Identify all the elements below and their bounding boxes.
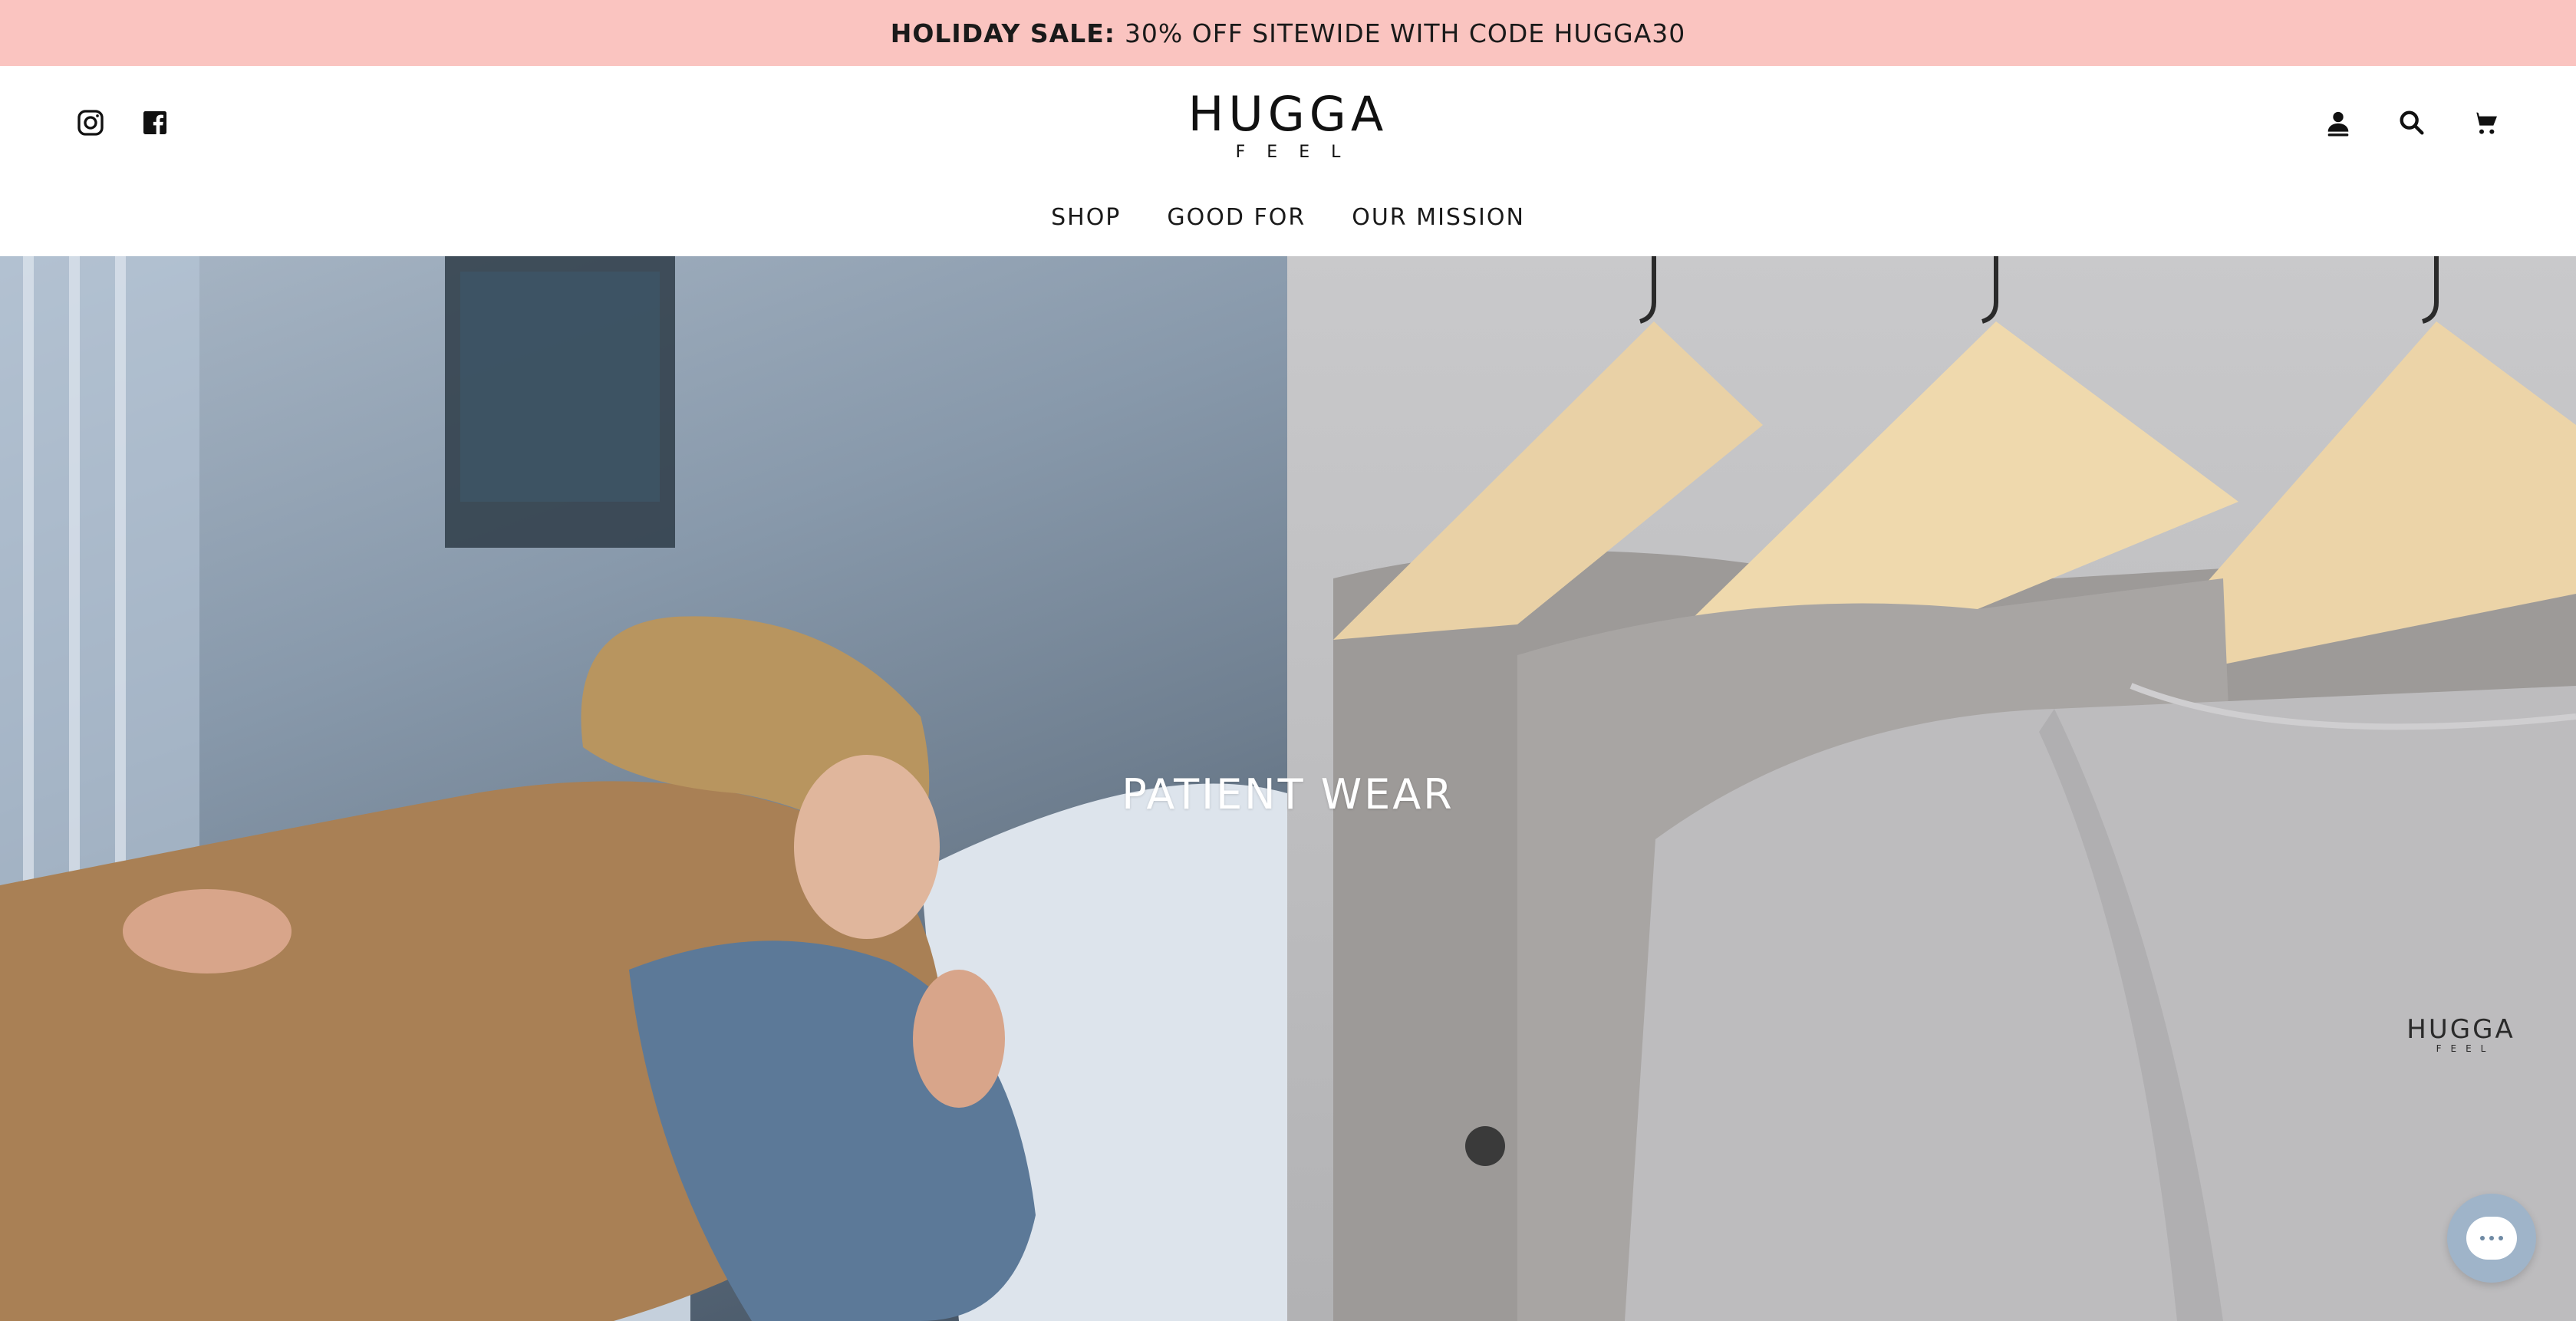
nav-item-our-mission[interactable]: OUR MISSION	[1352, 204, 1525, 244]
logo-word: HUGGA	[1188, 86, 1388, 142]
search-icon[interactable]	[2395, 106, 2429, 140]
garment-logo-sub: FEEL	[2436, 1043, 2495, 1054]
announcement-strong: HOLIDAY SALE:	[890, 18, 1115, 48]
garment-logo-word: HUGGA	[2406, 1014, 2515, 1045]
garment-logo: HUGGA FEEL	[2377, 1016, 2545, 1054]
hero-title[interactable]: PATIENT WEAR	[0, 770, 2576, 819]
announcement-bar: HOLIDAY SALE: 30% OFF SITEWIDE WITH CODE…	[0, 0, 2576, 66]
main-nav: SHOP GOOD FOR OUR MISSION	[0, 204, 2576, 244]
chat-button[interactable]	[2447, 1194, 2536, 1283]
site-header: HUGGA FEEL SHOP GOOD FOR OUR MISSION	[0, 66, 2576, 256]
facebook-icon[interactable]	[138, 106, 172, 140]
nav-item-shop[interactable]: SHOP	[1051, 204, 1121, 244]
utility-icons	[2321, 106, 2502, 140]
social-links	[74, 106, 172, 140]
site-logo[interactable]: HUGGA FEEL	[1173, 91, 1403, 167]
announcement-text: 30% OFF SITEWIDE WITH CODE HUGGA30	[1124, 18, 1686, 48]
chat-icon	[2466, 1217, 2517, 1260]
account-icon[interactable]	[2321, 106, 2355, 140]
nav-item-good-for[interactable]: GOOD FOR	[1167, 204, 1306, 244]
cart-icon[interactable]	[2469, 106, 2502, 140]
logo-sub: FEEL	[1235, 143, 1362, 162]
hero-banner[interactable]: HUGGA FEEL PATIENT WEAR	[0, 256, 2576, 1321]
instagram-icon[interactable]	[74, 106, 107, 140]
